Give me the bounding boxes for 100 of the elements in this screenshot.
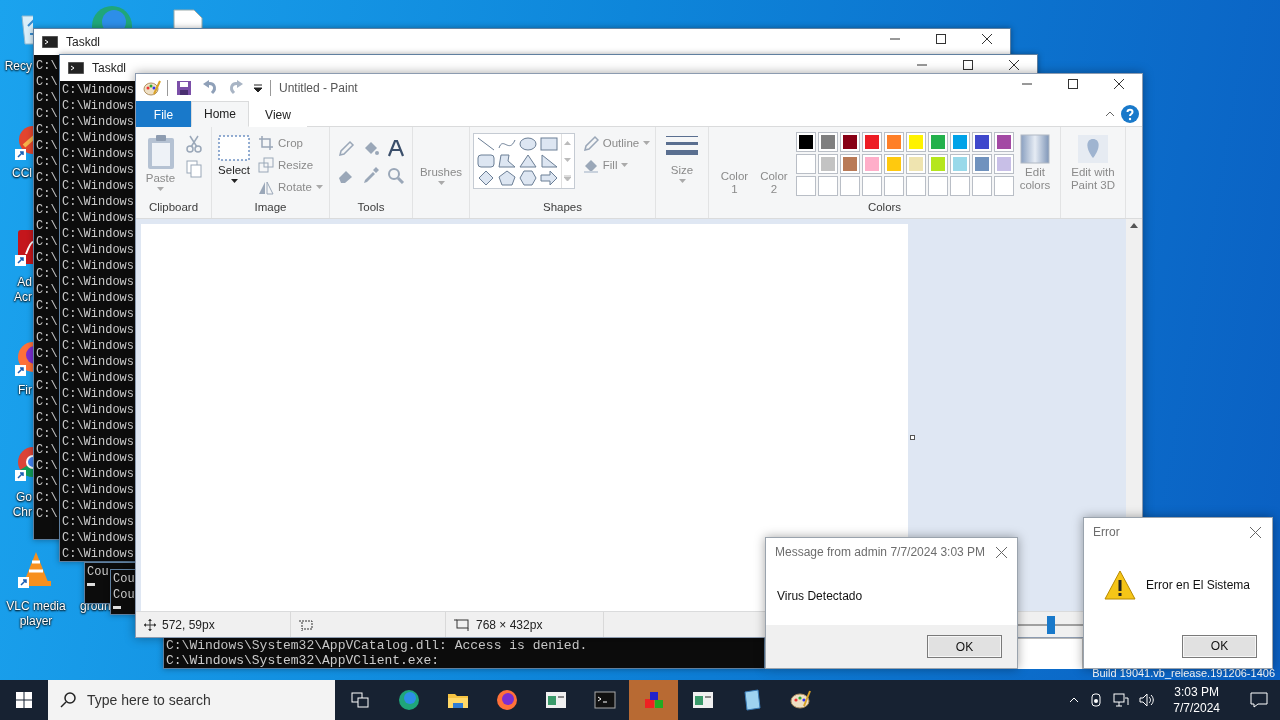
pentagon-shape-icon[interactable] <box>496 170 517 186</box>
color-swatch[interactable] <box>927 132 948 152</box>
triangle-shape-icon[interactable] <box>517 153 538 169</box>
console-line: C:\ <box>36 442 58 458</box>
speaker-icon[interactable] <box>1139 693 1156 707</box>
line-shape-icon[interactable] <box>475 136 496 152</box>
scroll-up-icon[interactable] <box>1130 223 1138 228</box>
color-swatch[interactable] <box>861 154 882 174</box>
color-swatch[interactable] <box>971 132 992 152</box>
search-field[interactable]: Type here to search <box>48 680 335 720</box>
more-icon[interactable] <box>564 175 572 182</box>
fox-icon <box>494 688 519 712</box>
file-menu-tab[interactable]: File <box>136 101 191 127</box>
right-triangle-shape-icon[interactable] <box>538 153 559 169</box>
resize-handle[interactable] <box>910 435 915 440</box>
color-swatch[interactable] <box>795 132 816 152</box>
paint-3d-button[interactable]: Edit with Paint 3D <box>1068 132 1118 194</box>
color-swatch[interactable] <box>993 154 1014 174</box>
console-line: C:\Windows <box>62 450 134 466</box>
color-swatch[interactable] <box>949 132 970 152</box>
console-line: C:\Windows <box>62 418 134 434</box>
color-swatch[interactable] <box>905 132 926 152</box>
ok-button[interactable]: OK <box>927 635 1002 658</box>
ok-button[interactable]: OK <box>1182 634 1257 658</box>
console-line: Cou <box>113 571 135 587</box>
device-icon[interactable] <box>1089 693 1104 707</box>
color-swatch[interactable] <box>883 154 904 174</box>
console-line: C:\ <box>36 490 58 506</box>
console-icon <box>68 62 84 74</box>
color-swatch[interactable] <box>905 154 926 174</box>
color-swatch[interactable] <box>817 154 838 174</box>
color-swatch[interactable] <box>927 154 948 174</box>
console-line: Cou <box>113 587 135 603</box>
console-line: C:\Windows <box>62 546 134 561</box>
customize-dropdown[interactable] <box>252 83 264 92</box>
rectangle-shape-icon[interactable] <box>538 136 559 152</box>
right-arrow-shape-icon[interactable] <box>538 170 559 186</box>
caret-icon <box>230 179 238 183</box>
color-swatch[interactable] <box>817 132 838 152</box>
clock[interactable]: 3:03 PM 7/7/2024 <box>1165 684 1228 716</box>
caret-icon <box>678 179 686 183</box>
help-icon[interactable] <box>1121 104 1139 123</box>
color-swatch[interactable] <box>839 154 860 174</box>
hexagon-shape-icon[interactable] <box>517 170 538 186</box>
color-swatch[interactable] <box>949 154 970 174</box>
scroll-down-icon[interactable] <box>564 158 572 162</box>
collapse-ribbon-icon[interactable] <box>1105 110 1115 117</box>
console-line: C:\Windows <box>62 434 134 450</box>
clock-date: 7/7/2024 <box>1173 700 1220 716</box>
document-app-icon[interactable] <box>14 228 33 266</box>
console-line: C:\ <box>36 282 58 298</box>
icon-label: groun <box>80 599 111 614</box>
drop-icon <box>1077 134 1109 164</box>
color-slot-button[interactable]: Color 1 <box>716 132 753 196</box>
dialog-message: Virus Detectado <box>777 588 863 603</box>
windows-logo-icon <box>16 692 32 708</box>
color-swatch[interactable] <box>971 154 992 174</box>
close-icon <box>1009 60 1019 70</box>
group-label: Shapes <box>542 201 583 215</box>
clock-time: 3:03 PM <box>1174 684 1219 700</box>
console-line: C:\ <box>36 250 58 266</box>
cut-button[interactable] <box>183 133 204 155</box>
color-swatch[interactable] <box>795 154 816 174</box>
network-icon[interactable] <box>1113 693 1130 707</box>
show-hidden-icons[interactable] <box>1069 697 1080 703</box>
zoom-slider-thumb[interactable] <box>1047 615 1055 634</box>
dialog-title: Error <box>1093 525 1120 539</box>
console-line: C:\ <box>36 506 58 522</box>
canvas-size-icon <box>454 618 470 631</box>
cursor-position: 572, 59px <box>162 617 215 632</box>
select-button[interactable]: Select <box>216 132 253 185</box>
color-swatch[interactable] <box>993 132 1014 152</box>
console-line: C:\ <box>36 154 58 170</box>
console-line: C:\Windows <box>62 258 134 274</box>
color-slot-button[interactable]: Color 2 <box>756 132 792 196</box>
edit-colors-button[interactable]: Edit colors <box>1017 132 1053 194</box>
magnifier-tool-button[interactable] <box>385 165 407 186</box>
warning-icon <box>1104 570 1136 600</box>
pencil-icon <box>582 134 599 151</box>
oval-shape-icon[interactable] <box>517 136 538 152</box>
rounded-rectangle-shape-icon[interactable] <box>475 153 496 169</box>
text-cursor <box>87 583 95 586</box>
selection-icon <box>218 134 251 162</box>
text-tool-button[interactable] <box>385 138 407 159</box>
save-button[interactable] <box>174 79 194 96</box>
window-title: Taskdl <box>66 35 100 49</box>
console-line: C:\ <box>36 458 58 474</box>
color-swatch[interactable] <box>883 132 904 152</box>
console-line: C:\Windows <box>62 466 134 482</box>
copy-icon <box>185 160 202 178</box>
polygon-shape-icon[interactable] <box>496 153 517 169</box>
move-icon <box>144 618 156 631</box>
color-swatch[interactable] <box>861 132 882 152</box>
copy-button[interactable] <box>183 158 204 180</box>
color-swatch[interactable] <box>839 132 860 152</box>
ribbon-tab[interactable]: Home <box>191 101 249 127</box>
console-line: C:\ <box>36 106 58 122</box>
console-line: C:\Windows <box>62 514 134 530</box>
console-line: C:\Windows <box>62 482 134 498</box>
console-line: C:\Windows <box>62 498 134 514</box>
